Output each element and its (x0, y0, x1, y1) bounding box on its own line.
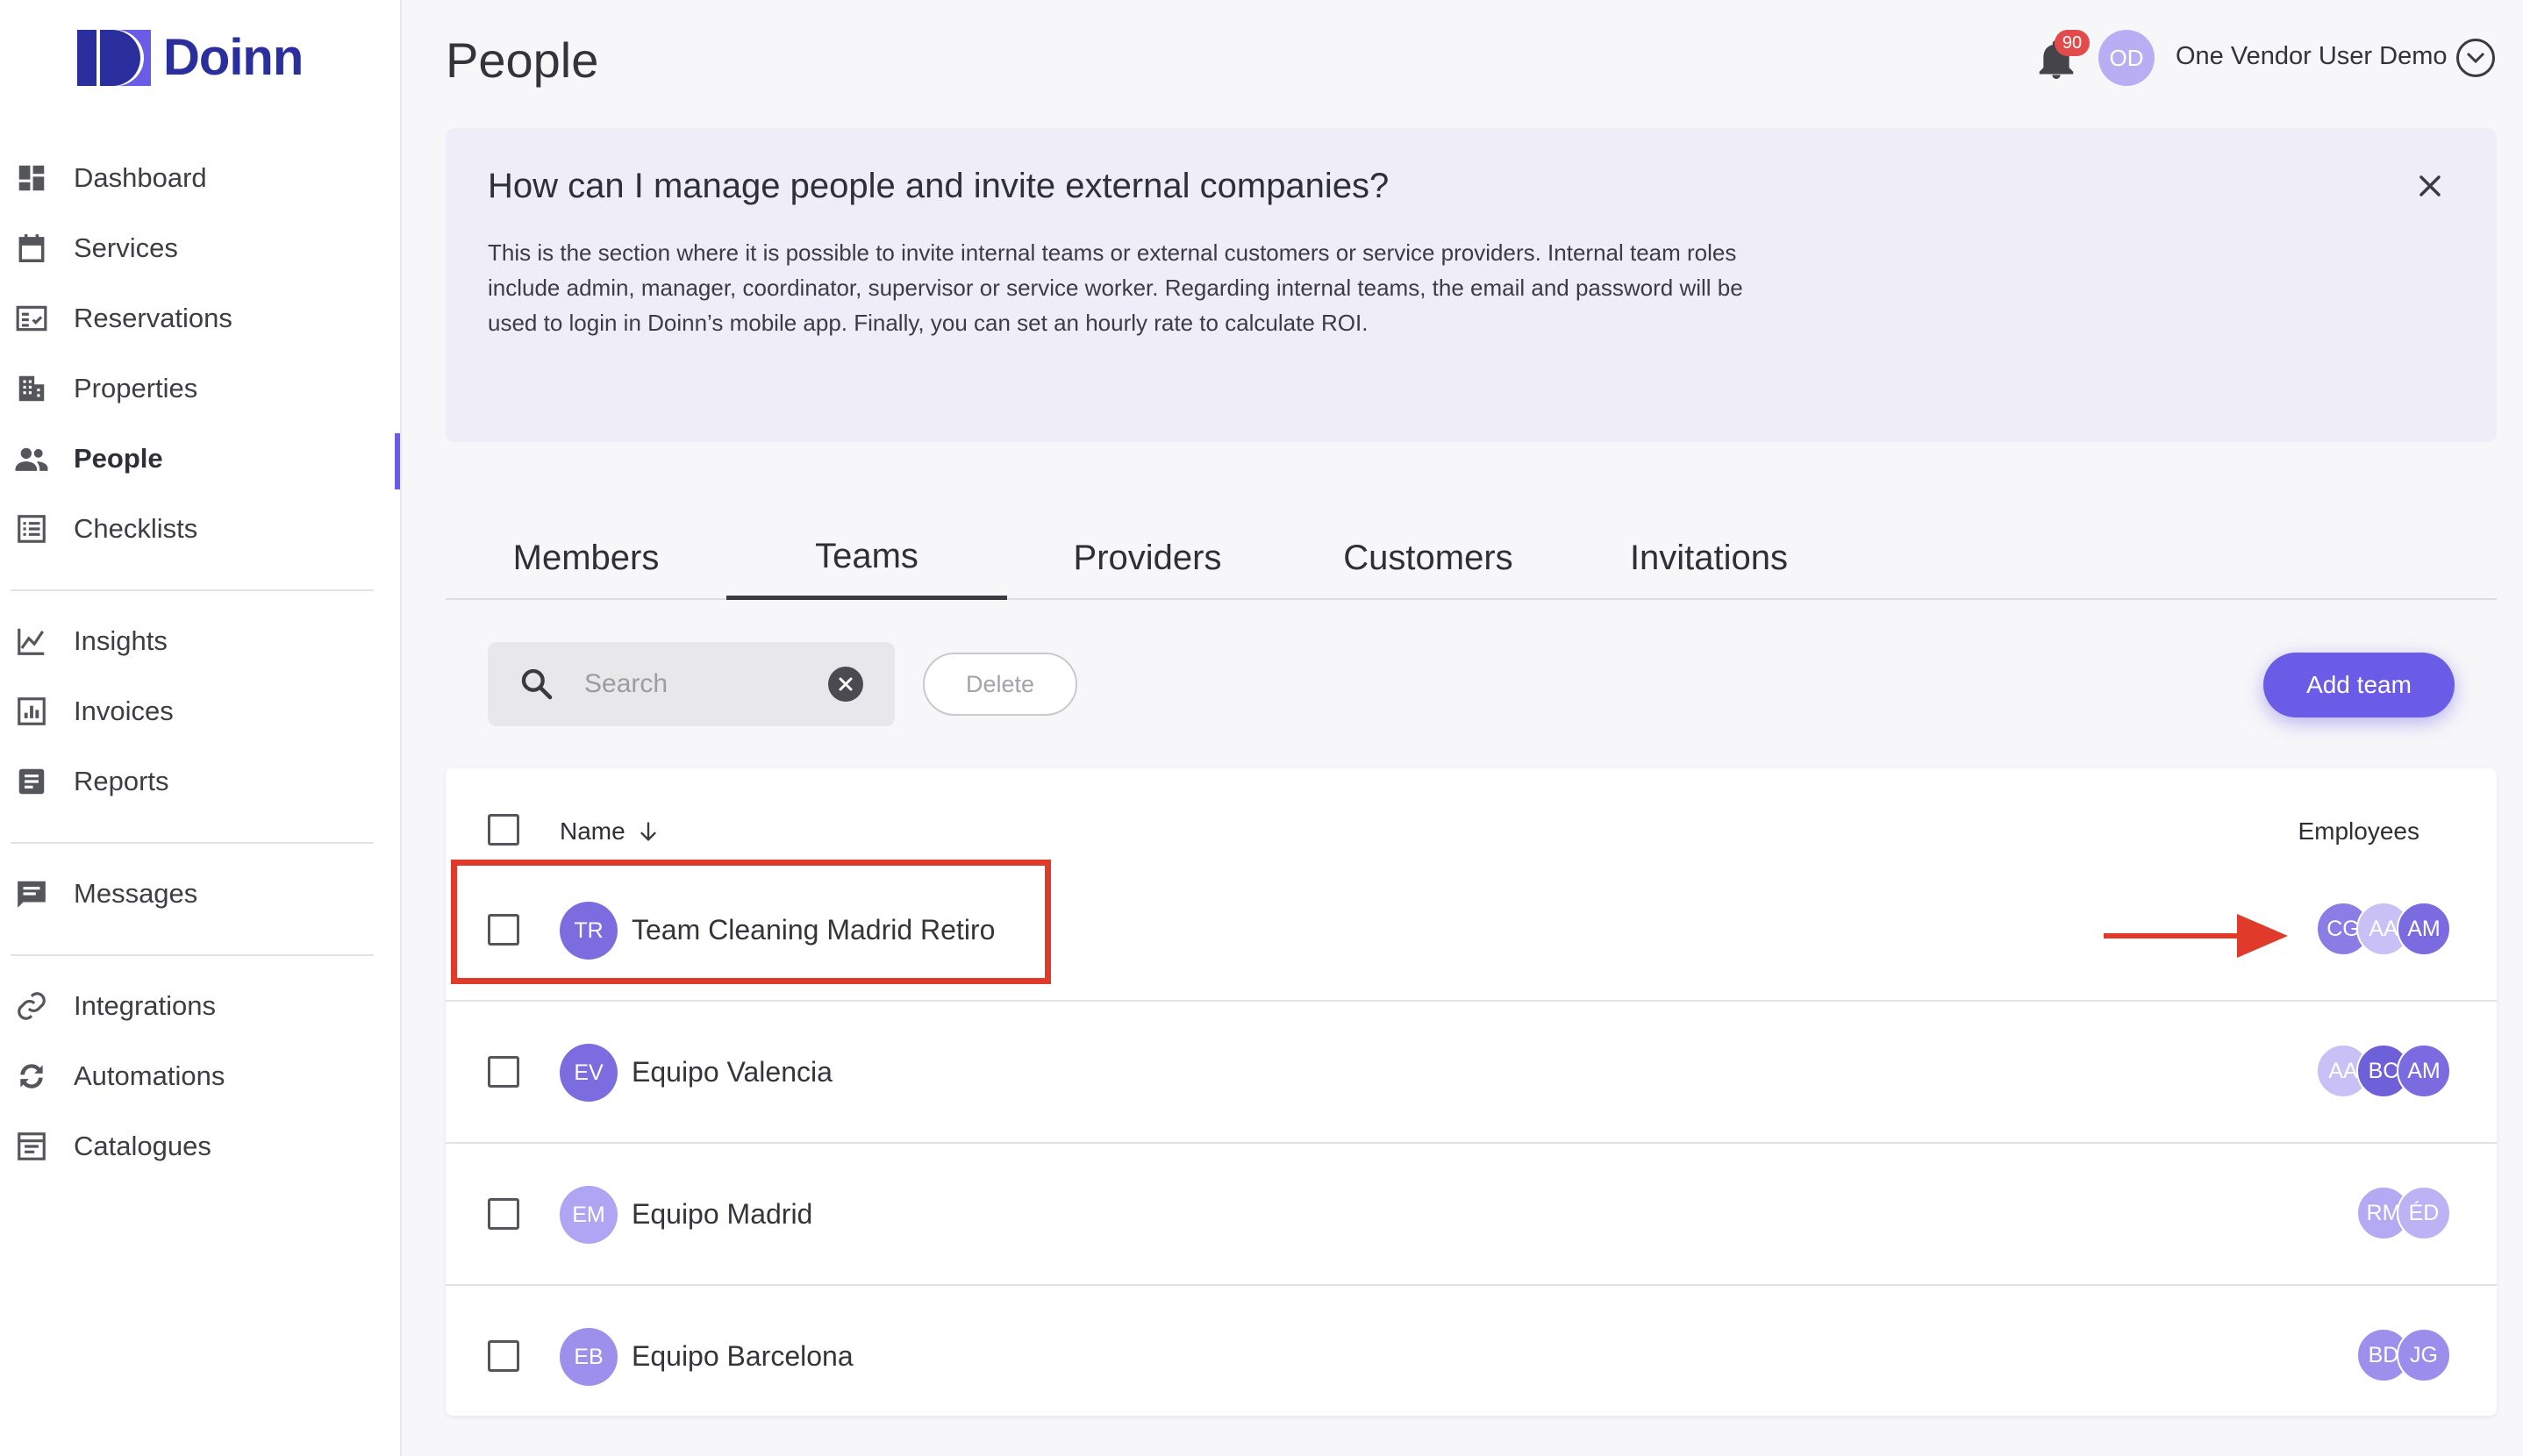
sidebar-item-checklists[interactable]: Checklists (0, 500, 400, 558)
sidebar-item-label: Messages (74, 878, 198, 909)
sidebar: Doinn Dashboard Services Reservations Prope… (0, 0, 402, 1456)
red-arrow-annotation-icon (2104, 914, 2288, 958)
tab-providers[interactable]: Providers (1007, 517, 1288, 598)
user-avatar[interactable]: OD (2098, 30, 2155, 86)
banner-title: How can I manage people and invite exter… (488, 167, 1390, 205)
employee-avatar: AM (2397, 1044, 2451, 1098)
employee-avatars: ÉD RM (2356, 1186, 2451, 1244)
message-icon (14, 876, 49, 911)
invoice-icon (14, 694, 49, 729)
page-title: People (446, 32, 599, 88)
sidebar-item-label: Reservations (74, 303, 232, 333)
sidebar-divider (11, 589, 374, 591)
clear-search-icon[interactable] (828, 667, 863, 702)
sort-down-arrow-icon (640, 822, 656, 841)
tab-customers[interactable]: Customers (1288, 517, 1569, 598)
employees-column-header: Employees (2298, 817, 2419, 845)
sidebar-item-dashboard[interactable]: Dashboard (0, 149, 400, 207)
notification-count-badge: 90 (2055, 30, 2090, 56)
banner-text: This is the section where it is possible… (488, 239, 1743, 336)
highlight-annotation-box (451, 860, 1051, 984)
calendar-icon (14, 231, 49, 266)
sidebar-item-label: Automations (74, 1060, 225, 1091)
doinn-logo-icon (77, 30, 151, 86)
sidebar-item-integrations[interactable]: Integrations (0, 977, 400, 1035)
sidebar-item-catalogues[interactable]: Catalogues (0, 1117, 400, 1175)
team-avatar: EV (560, 1044, 618, 1102)
team-avatar: EM (560, 1186, 618, 1244)
row-checkbox[interactable] (488, 1056, 519, 1088)
select-all-checkbox[interactable] (488, 814, 519, 846)
name-column-label: Name (560, 817, 625, 845)
sidebar-divider (11, 954, 374, 956)
chart-icon (14, 624, 49, 659)
employee-avatar: AM (2397, 902, 2451, 956)
row-checkbox[interactable] (488, 1198, 519, 1230)
employee-avatars: JG BD (2356, 1328, 2451, 1386)
table-row[interactable]: EM Equipo Madrid ÉD RM (446, 1144, 2497, 1286)
sidebar-item-insights[interactable]: Insights (0, 612, 400, 670)
employee-avatar: ÉD (2397, 1186, 2451, 1240)
sidebar-item-properties[interactable]: Properties (0, 360, 400, 418)
sidebar-divider (11, 842, 374, 844)
sidebar-item-messages[interactable]: Messages (0, 865, 400, 923)
brand-name: Doinn (163, 29, 304, 86)
sidebar-item-label: Catalogues (74, 1131, 211, 1161)
sidebar-item-label: Checklists (74, 513, 198, 544)
sidebar-item-reports[interactable]: Reports (0, 753, 400, 810)
people-tabs: Members Teams Providers Customers Invita… (446, 517, 2497, 600)
user-name[interactable]: One Vendor User Demo (2176, 42, 2447, 71)
name-column-header[interactable]: Name (560, 817, 661, 846)
sync-icon (14, 1059, 49, 1094)
search-box (488, 642, 895, 726)
team-avatar: EB (560, 1328, 618, 1386)
sidebar-item-label: Insights (74, 625, 168, 656)
people-icon (14, 441, 49, 476)
sidebar-item-label: Dashboard (74, 162, 207, 193)
sidebar-item-automations[interactable]: Automations (0, 1047, 400, 1105)
employee-avatars: AM AA CG (2316, 902, 2451, 960)
table-row[interactable]: EV Equipo Valencia AM BC AA (446, 1002, 2497, 1144)
employee-avatar: JG (2397, 1328, 2451, 1382)
info-banner: How can I manage people and invite exter… (446, 128, 2497, 442)
team-name[interactable]: Equipo Barcelona (632, 1340, 854, 1373)
sidebar-item-label: Reports (74, 766, 169, 796)
dashboard-icon (14, 161, 49, 196)
team-name[interactable]: Equipo Valencia (632, 1056, 833, 1088)
doinn-logo[interactable]: Doinn (77, 29, 304, 86)
reservations-icon (14, 301, 49, 336)
table-row[interactable]: EB Equipo Barcelona JG BD (446, 1286, 2497, 1428)
sidebar-item-label: Integrations (74, 990, 216, 1021)
close-icon[interactable] (2416, 172, 2444, 200)
sidebar-item-label: Properties (74, 373, 198, 403)
sidebar-item-label: Services (74, 232, 178, 263)
link-icon (14, 989, 49, 1024)
sidebar-item-services[interactable]: Services (0, 219, 400, 277)
row-checkbox[interactable] (488, 1340, 519, 1372)
report-icon (14, 764, 49, 799)
delete-button[interactable]: Delete (923, 653, 1077, 716)
sidebar-item-label: People (74, 443, 163, 474)
search-input[interactable] (584, 661, 812, 707)
add-team-button[interactable]: Add team (2263, 653, 2455, 717)
tab-teams[interactable]: Teams (726, 517, 1007, 600)
user-menu-chevron-icon[interactable] (2456, 39, 2495, 77)
sidebar-item-label: Invoices (74, 696, 174, 726)
building-icon (14, 371, 49, 406)
catalogue-icon (14, 1129, 49, 1164)
search-icon (521, 668, 553, 700)
sidebar-item-people[interactable]: People (0, 430, 400, 489)
employee-avatars: AM BC AA (2316, 1044, 2451, 1102)
tab-members[interactable]: Members (446, 517, 726, 598)
sidebar-item-invoices[interactable]: Invoices (0, 682, 400, 740)
checklist-icon (14, 511, 49, 546)
tab-invitations[interactable]: Invitations (1569, 517, 1849, 598)
sidebar-item-reservations[interactable]: Reservations (0, 289, 400, 347)
team-name[interactable]: Equipo Madrid (632, 1198, 812, 1231)
